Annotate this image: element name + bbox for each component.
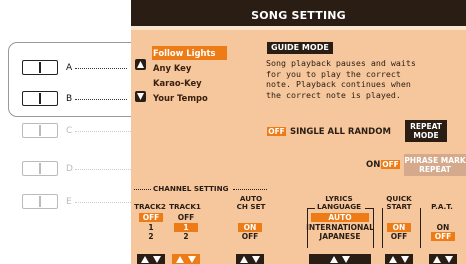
track1-value[interactable]: 2 <box>174 232 198 241</box>
leader-line-d <box>75 169 131 170</box>
divider <box>134 189 151 190</box>
quick-start-value[interactable]: OFF <box>387 232 411 241</box>
leader-line-e <box>75 202 131 203</box>
description-line: the correct note is played. <box>266 89 401 100</box>
button-b-label: B <box>66 94 73 104</box>
bracket-line <box>382 208 383 248</box>
lcd-screen: SONG SETTING Follow Lights Any Key Karao… <box>131 0 466 264</box>
auto-ch-set-updown-button[interactable] <box>236 254 264 264</box>
channel-setting-title: CHANNEL SETTING <box>153 184 229 193</box>
leader-line-b <box>75 99 127 100</box>
updown-arrows-icon <box>433 256 453 263</box>
button-e-label: E <box>66 197 72 207</box>
phrase-mark-line: REPEAT <box>419 164 451 174</box>
phrase-mark-repeat-button[interactable]: PHRASE MARK REPEAT <box>404 154 466 176</box>
repeat-mode-button[interactable]: REPEAT MODE <box>405 120 447 142</box>
lyrics-language-value[interactable]: JAPANESE <box>305 232 375 241</box>
lyrics-language-updown-button[interactable] <box>309 254 371 264</box>
language-header: LANGUAGE <box>316 202 362 211</box>
button-a-label: A <box>66 63 73 73</box>
triangle-down-icon[interactable] <box>135 91 146 102</box>
repeat-options: SINGLE ALL RANDOM <box>290 127 391 137</box>
guide-mode-option[interactable]: Follow Lights <box>152 46 227 60</box>
description-line: for you to play the correct <box>266 68 401 79</box>
button-b[interactable] <box>22 91 58 106</box>
quick-start-value[interactable]: ON <box>387 223 411 232</box>
bracket-line <box>420 208 421 248</box>
lyrics-language-value[interactable]: INTERNATIONAL <box>305 223 375 232</box>
track2-updown-button[interactable] <box>137 254 165 264</box>
button-c-label: C <box>66 126 73 136</box>
pat-value[interactable]: ON <box>431 223 455 232</box>
track2-value[interactable]: 1 <box>139 223 163 232</box>
updown-arrows-icon <box>389 256 409 263</box>
updown-arrows-icon <box>176 256 196 263</box>
button-d[interactable] <box>22 161 58 176</box>
pat-header: P.A.T. <box>431 202 453 211</box>
ch-set-header: CH SET <box>236 202 266 211</box>
description-line: note. Playback continues when <box>266 79 411 89</box>
track1-header: TRACK1 <box>169 202 201 211</box>
title-stripe <box>131 26 466 30</box>
lyrics-language-value[interactable]: AUTO <box>311 213 369 222</box>
guide-mode-header: GUIDE MODE <box>267 42 333 54</box>
divider <box>233 189 267 190</box>
guide-mode-option[interactable]: Your Tempo <box>152 91 227 105</box>
phrase-mark-off-indicator: OFF <box>381 160 400 169</box>
description-line: Song playback pauses and waits <box>266 58 416 68</box>
track2-value[interactable]: 2 <box>139 232 163 241</box>
guide-mode-description: Song playback pauses and waits for you t… <box>266 58 466 100</box>
updown-arrows-icon <box>330 256 350 263</box>
guide-mode-option[interactable]: Karao-Key <box>152 76 227 90</box>
start-header: START <box>386 202 412 211</box>
button-d-label: D <box>66 164 73 174</box>
quick-start-updown-button[interactable] <box>385 254 413 264</box>
pat-value[interactable]: OFF <box>431 232 455 241</box>
guide-mode-option[interactable]: Any Key <box>152 61 227 75</box>
repeat-off-indicator: OFF <box>267 127 286 136</box>
leader-line-a <box>75 68 127 69</box>
track1-updown-button[interactable] <box>172 254 200 264</box>
title-bar: SONG SETTING <box>131 0 466 26</box>
button-a[interactable] <box>22 60 58 75</box>
track2-value[interactable]: OFF <box>139 213 163 222</box>
track1-value[interactable]: 1 <box>174 223 198 232</box>
track2-header: TRACK2 <box>134 202 166 211</box>
leader-line-c <box>75 131 131 132</box>
updown-arrows-icon <box>141 256 161 263</box>
phrase-mark-on: ON <box>366 160 381 170</box>
track1-value[interactable]: OFF <box>174 213 198 222</box>
screen-title: SONG SETTING <box>251 9 346 22</box>
pat-updown-button[interactable] <box>429 254 457 264</box>
auto-ch-set-value[interactable]: OFF <box>238 232 262 241</box>
updown-arrows-icon <box>240 256 260 263</box>
button-e[interactable] <box>22 194 58 209</box>
triangle-up-icon[interactable] <box>135 59 146 70</box>
button-c[interactable] <box>22 123 58 138</box>
bracket-line <box>365 208 373 209</box>
auto-ch-set-value[interactable]: ON <box>238 223 262 232</box>
repeat-mode-line: MODE <box>413 130 439 140</box>
